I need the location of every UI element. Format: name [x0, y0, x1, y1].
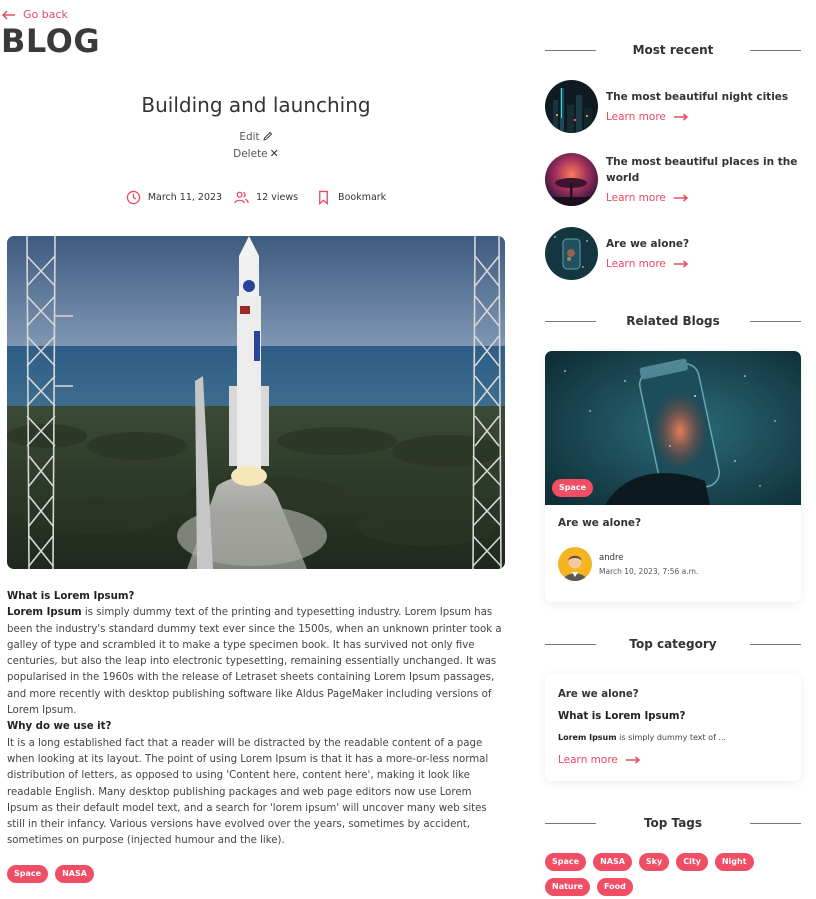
tag-night[interactable]: Night [714, 853, 754, 871]
edit-label: Edit [239, 131, 260, 143]
delete-label: Delete [233, 148, 268, 160]
recent-text: The most beautiful night cities Learn mo… [606, 89, 788, 125]
post-paragraph-2: It is a long established fact that a rea… [7, 737, 489, 847]
top-category-excerpt-bold: Lorem Ipsum [558, 733, 617, 742]
tag-space[interactable]: Space [7, 865, 49, 883]
post-paragraph-1: Lorem Ipsum is simply dummy text of the … [7, 605, 505, 719]
post-views: 12 views [234, 190, 298, 205]
divider [545, 49, 596, 51]
arrow-right-icon [673, 193, 688, 202]
recent-title[interactable]: The most beautiful places in the world [606, 154, 801, 186]
page-title: BLOG [1, 22, 101, 60]
divider [750, 643, 801, 645]
users-icon [234, 191, 249, 204]
bookmark-button[interactable]: Bookmark [316, 190, 386, 205]
related-blogs-heading: Related Blogs [545, 314, 801, 328]
recent-item[interactable]: Are we alone? Learn more [545, 227, 801, 280]
related-blog-image: Space [545, 351, 801, 505]
post-heading-2: Why do we use it? [7, 721, 112, 733]
related-blog-card[interactable]: Space Are we alone? andre March 10, 2023… [545, 351, 801, 602]
top-category-excerpt: Lorem Ipsum is simply dummy text of ... [558, 733, 726, 742]
go-back-link[interactable]: Go back [2, 8, 68, 21]
learn-more-link[interactable]: Learn more [558, 752, 640, 768]
divider [545, 643, 596, 645]
tag-nature[interactable]: Nature [545, 878, 590, 896]
top-category-subtitle: What is Lorem Ipsum? [558, 711, 686, 722]
recent-thumb-jar [545, 227, 598, 280]
learn-more-label: Learn more [558, 754, 618, 766]
bookmark-icon [319, 190, 328, 205]
bookmark-label: Bookmark [338, 192, 387, 203]
edit-button[interactable]: Edit [239, 131, 272, 143]
recent-item[interactable]: The most beautiful night cities Learn mo… [545, 80, 801, 133]
post-meta: March 11, 2023 12 views Bookmark [7, 190, 505, 205]
tag-nasa[interactable]: NASA [55, 865, 94, 883]
tag-food[interactable]: Food [596, 878, 633, 896]
arrow-right-icon [673, 112, 688, 121]
recent-item[interactable]: The most beautiful places in the world L… [545, 153, 801, 206]
post-date-text: March 11, 2023 [147, 192, 223, 203]
top-category-excerpt-text: is simply dummy text of ... [616, 733, 727, 742]
tag-space[interactable]: Space [552, 479, 594, 497]
most-recent-heading: Most recent [545, 43, 801, 57]
author-info: andre March 10, 2023, 7:56 a.m. [558, 547, 698, 581]
close-icon: ✕ [269, 147, 279, 160]
divider [750, 822, 801, 824]
edit-row: Edit [7, 131, 505, 143]
arrow-right-icon [625, 756, 640, 764]
post-paragraph-1-text: is simply dummy text of the printing and… [7, 607, 502, 717]
author-name[interactable]: andre [599, 553, 698, 563]
post-hero-image [7, 236, 505, 569]
recent-thumb-beautiful-place [545, 153, 598, 206]
arrow-right-icon [673, 259, 688, 268]
post-heading-1: What is Lorem Ipsum? [7, 591, 135, 602]
arrow-left-icon [2, 9, 15, 20]
post-tags: Space NASA [7, 865, 94, 883]
top-category-label: Top category [629, 637, 717, 651]
post-title: Building and launching [141, 93, 371, 117]
author-date: March 10, 2023, 7:56 a.m. [599, 566, 699, 576]
most-recent-label: Most recent [632, 43, 714, 57]
clock-icon [126, 190, 141, 205]
delete-row: Delete ✕ [7, 147, 505, 160]
post-views-text: 12 views [256, 192, 299, 203]
tag-sky[interactable]: Sky [638, 853, 670, 871]
divider [545, 320, 596, 322]
go-back-label: Go back [23, 8, 68, 21]
top-category-card[interactable]: Are we alone? What is Lorem Ipsum? Lorem… [545, 674, 801, 781]
avatar [558, 547, 592, 581]
divider [750, 320, 801, 322]
learn-more-label: Learn more [606, 191, 666, 204]
divider [545, 822, 596, 824]
pencil-icon [263, 131, 272, 141]
recent-title[interactable]: Are we alone? [606, 236, 689, 252]
delete-button[interactable]: Delete ✕ [233, 147, 279, 160]
related-blog-title[interactable]: Are we alone? [558, 517, 641, 529]
author-text: andre March 10, 2023, 7:56 a.m. [599, 553, 698, 576]
tag-nasa[interactable]: NASA [593, 853, 632, 871]
tag-city[interactable]: City [676, 853, 708, 871]
top-category-heading: Top category [545, 637, 801, 651]
top-tags-label: Top Tags [643, 816, 703, 830]
related-blogs-label: Related Blogs [626, 314, 720, 328]
recent-text: Are we alone? Learn more [606, 236, 689, 272]
recent-title[interactable]: The most beautiful night cities [606, 89, 788, 105]
post-date: March 11, 2023 [126, 190, 222, 205]
learn-more-link[interactable]: Learn more [606, 190, 688, 206]
recent-thumb-night-city [545, 80, 598, 133]
learn-more-label: Learn more [606, 257, 666, 270]
learn-more-link[interactable]: Learn more [606, 109, 688, 125]
learn-more-label: Learn more [606, 110, 666, 123]
recent-text: The most beautiful places in the world L… [606, 154, 801, 206]
top-tags-heading: Top Tags [545, 816, 801, 830]
top-category-title[interactable]: Are we alone? [558, 689, 639, 700]
post-paragraph-1-bold: Lorem Ipsum [7, 607, 82, 619]
tag-space[interactable]: Space [545, 853, 587, 871]
learn-more-link[interactable]: Learn more [606, 256, 688, 272]
divider [750, 49, 801, 51]
post-body: What is Lorem Ipsum? Lorem Ipsum is simp… [7, 589, 505, 850]
top-tags-list: Space NASA Sky City Night Nature Food [545, 853, 801, 896]
